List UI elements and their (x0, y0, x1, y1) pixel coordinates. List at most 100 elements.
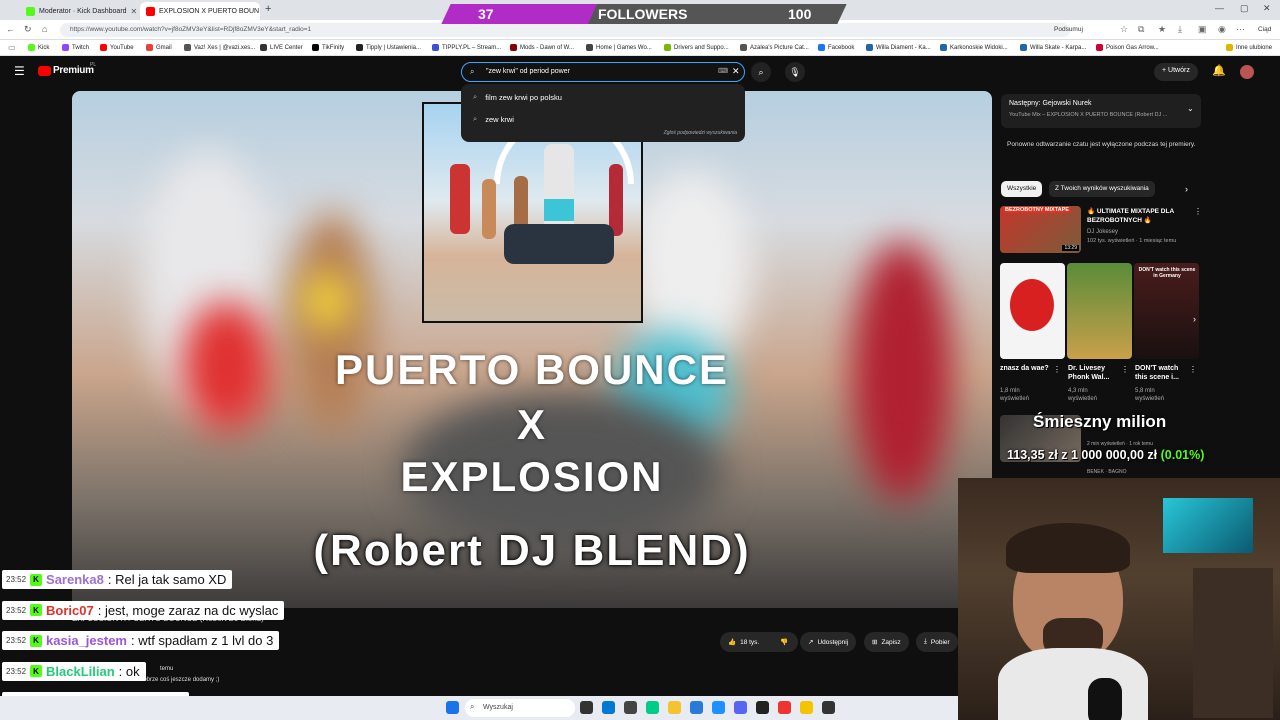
edge-icon[interactable] (646, 701, 659, 714)
followers-goal-value: 100 (788, 6, 812, 22)
taskbar-search[interactable]: ⌕ Wyszukaj (465, 699, 575, 717)
tab-kick-dashboard[interactable]: Moderator · Kick Dashboard ✕ (20, 2, 140, 20)
bookmark-item[interactable]: Home | Games Wo... (586, 44, 652, 51)
download-icon[interactable]: ⤓ (1178, 24, 1182, 35)
bookmark-item[interactable]: TIPPLY.PL – Stream... (432, 44, 501, 51)
download-button[interactable]: ⤓ Pobier (916, 632, 958, 652)
suggestion-item[interactable]: ⌕ film zew krwi po polsku (473, 92, 562, 102)
app-icon[interactable] (822, 701, 835, 714)
more-options-icon[interactable]: ⋮ (1121, 365, 1129, 374)
bookmark-item[interactable]: Karkonoskie Widoki... (940, 44, 1008, 51)
app-icon[interactable] (778, 701, 791, 714)
chevron-right-icon[interactable]: › (1193, 314, 1196, 324)
maximize-icon[interactable]: ▢ (1240, 3, 1249, 14)
explorer-icon[interactable] (668, 701, 681, 714)
search-input[interactable]: ⌕ "zew krwi" od period power ⌨ ✕ (461, 62, 745, 82)
bookmark-item[interactable]: Willa Diament - Ka... (866, 44, 931, 51)
short-thumbnail[interactable] (1067, 263, 1132, 359)
save-button[interactable]: ⊞ Zapisz (864, 632, 909, 652)
next-video-card[interactable]: Następny: Gejowski Nurek YouTube Mix – E… (1001, 94, 1201, 128)
report-suggestions-link[interactable]: Zgłoś podpowiedzi wyszukiwania (664, 130, 737, 136)
chat-username[interactable]: Sarenka8 (46, 572, 104, 587)
bookmark-item[interactable]: Gmail (146, 44, 172, 51)
youtube-premium-logo[interactable]: Premium (53, 65, 94, 76)
voice-search-icon[interactable]: 🎙 (785, 62, 805, 82)
bookmark-item[interactable]: Kick (28, 44, 49, 51)
back-icon[interactable]: ← (6, 24, 15, 34)
more-options-icon[interactable]: ⋮ (1053, 365, 1061, 374)
app-icon[interactable] (690, 701, 703, 714)
short-title[interactable]: DON'T watch this scene i... (1135, 364, 1187, 382)
minimize-icon[interactable]: — (1215, 3, 1224, 13)
clear-search-icon[interactable]: ✕ (732, 66, 740, 77)
kick-icon (28, 44, 35, 51)
share-button[interactable]: ↗ Udostępnij (800, 632, 857, 652)
chip-from-search[interactable]: Z Twoich wyników wyszukiwania (1049, 181, 1155, 197)
bookmark-item[interactable]: TikFinity (312, 44, 344, 51)
chat-timestamp: 23:52 (6, 575, 27, 584)
chat-username[interactable]: kasia_jestem (46, 633, 127, 648)
copilot-button[interactable]: Ciąd (1258, 26, 1271, 33)
close-window-icon[interactable]: ✕ (1263, 3, 1271, 14)
suggestion-item[interactable]: ⌕ zew krwi (473, 114, 514, 124)
bookmark-item[interactable]: YouTube (100, 44, 134, 51)
address-input[interactable]: https://www.youtube.com/watch?v=jf8oZMV3… (60, 23, 1070, 37)
chevron-down-icon[interactable]: ⌄ (1187, 104, 1194, 113)
new-tab-icon[interactable]: + (265, 3, 271, 15)
widgets-icon[interactable] (602, 701, 615, 714)
short-thumbnail[interactable]: DON'T watch this scene in Germany (1134, 263, 1199, 359)
task-view-icon[interactable] (580, 701, 593, 714)
discord-icon[interactable] (734, 701, 747, 714)
summarize-button[interactable]: Podsumuj (1054, 26, 1083, 33)
bookmark-item[interactable]: Tipply | Ustawienia... (356, 44, 421, 51)
close-tab-icon[interactable]: ✕ (131, 7, 138, 16)
chrome-icon[interactable] (800, 701, 813, 714)
recommended-title[interactable]: 🔥 ULTIMATE MIXTAPE DLA BEZROBOTNYCH 🔥 (1087, 207, 1187, 225)
profile-icon[interactable]: ◉ (1218, 24, 1226, 35)
menu-icon[interactable]: ⋯ (1236, 24, 1245, 35)
reload-icon[interactable]: ↻ (24, 24, 32, 35)
webcam-feed (958, 478, 1280, 720)
short-thumbnail[interactable] (1000, 263, 1065, 359)
keyboard-icon[interactable]: ⌨ (718, 67, 728, 75)
app-icon[interactable] (712, 701, 725, 714)
dislike-button[interactable]: 👎 (772, 632, 798, 652)
avatar[interactable] (1240, 65, 1254, 79)
short-title[interactable]: znasz da wae? (1000, 364, 1050, 373)
bookmark-item[interactable]: LIVE Center (260, 44, 303, 51)
home-icon[interactable]: ⌂ (42, 24, 47, 34)
more-options-icon[interactable]: ⋮ (1194, 207, 1202, 216)
bookmark-item[interactable]: Facebook (818, 44, 854, 51)
chevron-right-icon[interactable]: › (1185, 184, 1188, 194)
bookmark-item[interactable]: Vaz! Xes | @vazi.xes... (184, 44, 255, 51)
bookmark-item[interactable]: Azalea's Picture Cat... (740, 44, 809, 51)
collections-icon[interactable]: ▣ (1198, 24, 1207, 35)
search-button[interactable]: ⌕ (751, 62, 771, 82)
bookmark-item[interactable]: Mods - Dawn of W... (510, 44, 574, 51)
bookmark-item[interactable]: Inne ulubione (1226, 44, 1272, 51)
start-icon[interactable] (446, 701, 459, 714)
chat-username[interactable]: BlackLilian (46, 664, 115, 679)
recommended-thumbnail[interactable]: BEZROBOTNY MIXTAPE 13:29 (1000, 206, 1081, 253)
favorites-icon[interactable]: ★ (1158, 24, 1166, 35)
tab-youtube-video[interactable]: EXPLOSION X PUERTO BOUN ✕ (140, 2, 260, 20)
extensions-icon[interactable]: ⧉ (1138, 24, 1144, 35)
bookmark-item[interactable]: Poison Gas Arrow... (1096, 44, 1159, 51)
more-options-icon[interactable]: ⋮ (1189, 365, 1197, 374)
app-icon[interactable] (756, 701, 769, 714)
chip-all[interactable]: Wszystkie (1001, 181, 1043, 197)
app-icon[interactable] (624, 701, 637, 714)
chat-username[interactable]: Boric07 (46, 603, 94, 618)
video-title-line: PUERTO BOUNCE (335, 346, 729, 393)
create-button[interactable]: + Utwórz (1154, 63, 1198, 81)
short-title[interactable]: Dr. Livesey Phonk Wal... (1068, 364, 1118, 382)
star-icon[interactable]: ☆ (1120, 24, 1128, 35)
bookmark-folder-icon[interactable]: ▭ (8, 43, 16, 52)
bookmark-item[interactable]: Willa Skate - Karpa... (1020, 44, 1086, 51)
notifications-bell-icon[interactable]: 🔔 (1212, 64, 1226, 77)
bookmark-item[interactable]: Twitch (62, 44, 89, 51)
recommended-channel[interactable]: DJ Jokesey (1087, 229, 1118, 235)
hamburger-menu-icon[interactable]: ☰ (14, 64, 25, 78)
bookmark-item[interactable]: Drivers and Suppo... (664, 44, 729, 51)
youtube-logo-icon[interactable] (38, 66, 51, 76)
